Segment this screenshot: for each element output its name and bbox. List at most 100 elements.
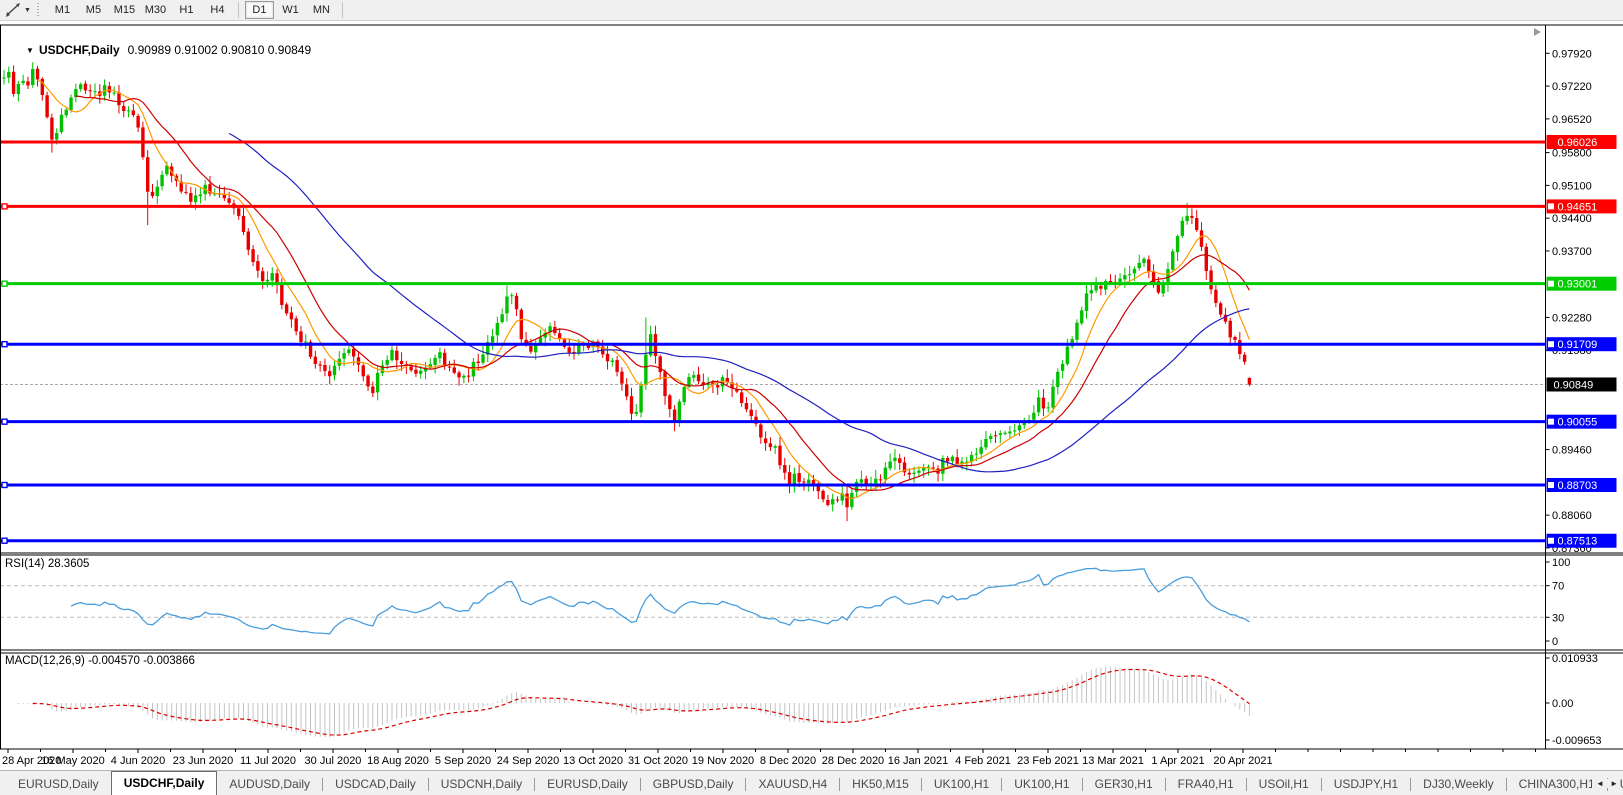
macd-indicator-label: MACD(12,26,9) -0.004570 -0.003866 [5,655,195,667]
timeframe-toolbar: ▼ M1 M5 M15 M30 H1 H4 D1 W1 MN [0,0,1623,21]
chart-tab-fra40-h1[interactable]: FRA40,H1 [1166,774,1246,795]
toolbar-divider [237,2,239,18]
price-label-0.96026: 0.96026 [1546,135,1617,150]
toolbar-divider [341,2,343,18]
hline-0.87513[interactable] [0,537,1545,544]
hline-0.88703[interactable] [0,481,1545,489]
svg-text:0.010933: 0.010933 [1552,653,1598,665]
timeframe-button-w1[interactable]: W1 [276,1,305,19]
svg-text:30 Jul 2020: 30 Jul 2020 [305,755,362,767]
svg-text:1 Apr 2021: 1 Apr 2021 [1151,755,1204,767]
price-label-0.93001: 0.93001 [1546,276,1617,291]
price-label-0.88703: 0.88703 [1546,477,1617,492]
svg-text:11 Jul 2020: 11 Jul 2020 [240,755,296,767]
trendline-tool-icon [6,3,20,17]
svg-text:31 Oct 2020: 31 Oct 2020 [628,755,688,767]
macd-pane [17,666,1250,738]
svg-text:0.88703: 0.88703 [1558,480,1598,492]
trading-platform-window: ▼ M1 M5 M15 M30 H1 H4 D1 W1 MN 0.97920 0.97220 0.9… [0,0,1623,795]
candles-layer [2,62,1252,522]
timeframe-button-m5[interactable]: M5 [79,1,108,19]
svg-text:30: 30 [1552,612,1564,624]
horizontal-line-objects[interactable] [0,140,1545,544]
svg-text:0.92280: 0.92280 [1552,312,1592,324]
svg-text:16 May 2020: 16 May 2020 [41,755,105,767]
svg-text:16 Jan 2021: 16 Jan 2021 [888,755,949,767]
svg-text:0.91709: 0.91709 [1558,339,1598,351]
chart-tab-hk50-m15[interactable]: HK50,M15 [840,774,921,795]
hline-0.94651[interactable] [0,203,1545,210]
chart-tab-usdcad-daily[interactable]: USDCAD,Daily [323,774,428,795]
chart-area[interactable]: 0.97920 0.97220 0.96520 0.95800 0.95100 0.944… [0,22,1623,770]
chart-tab-bar: EURUSD,Daily USDCHF,Daily AUDUSD,Daily USDC… [0,770,1623,795]
svg-text:0.88060: 0.88060 [1552,510,1592,522]
chart-tab-eurusd-daily[interactable]: EURUSD,Daily [535,774,640,795]
chart-tab-eurusd-daily[interactable]: EURUSD,Daily [6,774,111,795]
svg-text:8 Dec 2020: 8 Dec 2020 [760,755,816,767]
chart-tab-audusd-daily[interactable]: AUDUSD,Daily [217,774,322,795]
collapse-triangle-icon[interactable]: ▼ [26,46,34,55]
hline-0.93001[interactable] [0,280,1545,287]
timeframe-button-mn[interactable]: MN [307,1,336,19]
chart-tab-gbpusd-daily[interactable]: GBPUSD,Daily [641,774,746,795]
toolbar-grip[interactable] [36,2,41,18]
chart-tab-usdcnh-daily[interactable]: USDCNH,Daily [429,774,534,795]
svg-text:0.00: 0.00 [1552,698,1573,710]
timeframe-button-m15[interactable]: M15 [110,1,139,19]
svg-text:0.95100: 0.95100 [1552,180,1592,192]
chart-tab-xauusd-h4[interactable]: XAUUSD,H4 [746,774,839,795]
chart-tab-usoil-h1[interactable]: USOil,H1 [1247,774,1321,795]
hline-0.91709[interactable] [0,340,1545,348]
svg-text:0.90849: 0.90849 [1554,379,1594,391]
timeframe-button-h1[interactable]: H1 [172,1,201,19]
svg-text:5 Sep 2020: 5 Sep 2020 [435,755,491,767]
svg-text:0.94400: 0.94400 [1552,213,1592,225]
svg-text:24 Sep 2020: 24 Sep 2020 [497,755,559,767]
pane-borders [0,24,1623,750]
chart-tab-uk100-h1[interactable]: UK100,H1 [922,774,1001,795]
svg-text:13 Oct 2020: 13 Oct 2020 [563,755,623,767]
svg-text:28 Dec 2020: 28 Dec 2020 [822,755,884,767]
svg-text:0.87513: 0.87513 [1558,536,1598,548]
chart-title: ▼ USDCHF,Daily 0.90989 0.91002 0.90810 0.9… [6,29,311,71]
rsi-pane [0,567,1545,635]
svg-text:0.95800: 0.95800 [1552,148,1592,160]
svg-text:-0.009653: -0.009653 [1552,735,1602,747]
svg-text:0.94651: 0.94651 [1558,201,1598,213]
chart-tab-uk100-h1[interactable]: UK100,H1 [1002,774,1081,795]
timeframe-button-m30[interactable]: M30 [141,1,170,19]
svg-text:23 Feb 2021: 23 Feb 2021 [1017,755,1079,767]
current-price-label: 0.90849 [1546,377,1617,392]
svg-text:100: 100 [1552,557,1570,569]
svg-text:0.96026: 0.96026 [1558,137,1598,149]
svg-text:0.93001: 0.93001 [1558,279,1598,291]
chart-tab-usdchf-daily[interactable]: USDCHF,Daily [110,771,218,795]
svg-text:19 Nov 2020: 19 Nov 2020 [692,755,754,767]
price-label-0.94651: 0.94651 [1546,199,1617,214]
svg-text:0.90055: 0.90055 [1558,417,1598,429]
chart-tab-usdjpy-h1[interactable]: USDJPY,H1 [1322,774,1410,795]
chart-canvas[interactable]: 0.97920 0.97220 0.96520 0.95800 0.95100 0.944… [0,22,1623,770]
timeframe-button-m1[interactable]: M1 [48,1,77,19]
chart-tool-button[interactable]: ▼ [0,0,35,20]
chart-symbol: USDCHF,Daily [38,43,120,57]
svg-text:23 Jun 2020: 23 Jun 2020 [173,755,234,767]
rsi-indicator-label: RSI(14) 28.3605 [5,558,90,570]
time-axis[interactable]: 28 Apr 202016 May 2020 4 Jun 2020 23 Jun 2… [2,749,1536,767]
svg-text:18 Aug 2020: 18 Aug 2020 [367,755,429,767]
chart-shift-marker[interactable] [1534,28,1541,36]
timeframe-button-d1[interactable]: D1 [244,1,274,19]
svg-text:0.97920: 0.97920 [1552,48,1592,60]
moving-average-16 [75,95,1250,492]
chevron-down-icon[interactable]: ▼ [24,7,31,14]
chart-tab-dj30-weekly[interactable]: DJ30,Weekly [1411,774,1505,795]
svg-text:70: 70 [1552,581,1564,593]
svg-text:0.89460: 0.89460 [1552,445,1592,457]
timeframe-button-h4[interactable]: H4 [203,1,232,19]
svg-text:4 Feb 2021: 4 Feb 2021 [955,755,1011,767]
price-label-0.91709: 0.91709 [1546,337,1617,352]
price-label-0.90055: 0.90055 [1546,414,1617,429]
tab-scroll-arrows[interactable]: ◄ ► [1591,779,1620,788]
chart-tab-ger30-h1[interactable]: GER30,H1 [1083,774,1165,795]
svg-text:4 Jun 2020: 4 Jun 2020 [111,755,165,767]
